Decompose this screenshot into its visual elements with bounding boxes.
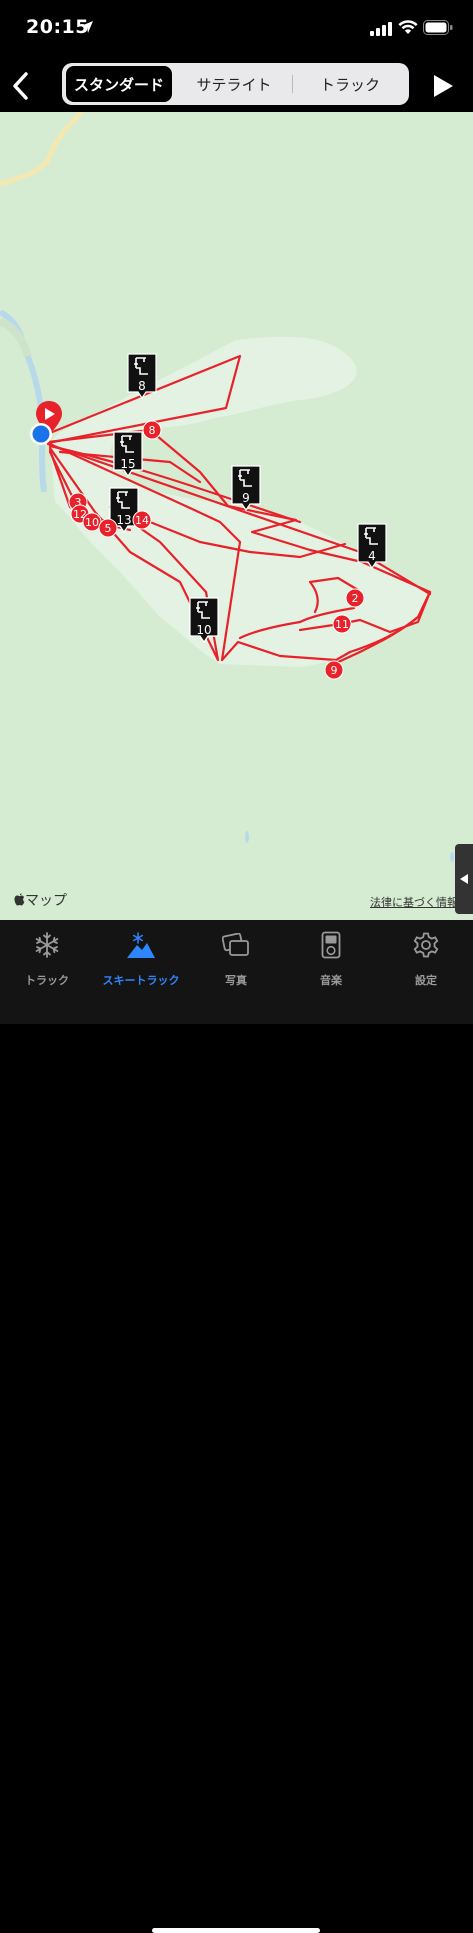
tab-label: 写真 — [225, 974, 247, 987]
lift-marker[interactable]: 4 — [357, 523, 387, 570]
svg-text:9: 9 — [242, 491, 250, 505]
gear-icon — [413, 932, 439, 958]
navigation-bar: スタンダード サテライト トラック — [0, 60, 473, 112]
tab-label: スキートラック — [102, 974, 180, 987]
segment-satellite[interactable]: サテライト — [178, 66, 290, 102]
triangle-left-icon — [460, 874, 468, 884]
music-player-icon — [321, 931, 341, 959]
track-waypoint[interactable]: 11 — [332, 614, 352, 634]
segment-track[interactable]: トラック — [294, 66, 406, 102]
tab-track[interactable]: トラック — [0, 928, 94, 988]
svg-text:2: 2 — [352, 592, 359, 605]
wifi-icon — [398, 20, 418, 34]
svg-text:8: 8 — [149, 424, 156, 437]
photos-icon — [222, 933, 249, 956]
tab-label: トラック — [25, 974, 69, 987]
tab-music[interactable]: 音楽 — [284, 928, 378, 988]
tab-ski-track[interactable]: スキートラック — [94, 928, 188, 988]
map-view[interactable]: 8 15 13 9 4 10 8 3 12 10 5 14 2 11 9 マップ 法律に基づく情報 — [0, 112, 473, 920]
tab-photos[interactable]: 写真 — [189, 928, 283, 988]
svg-text:10: 10 — [196, 623, 211, 637]
battery-icon — [423, 20, 453, 35]
snowflake-icon — [35, 932, 59, 958]
svg-text:4: 4 — [368, 549, 376, 563]
svg-text:11: 11 — [335, 618, 349, 631]
tab-label: 音楽 — [320, 974, 342, 987]
status-bar: 20:15 — [0, 0, 473, 60]
svg-text:10: 10 — [85, 516, 99, 529]
home-indicator — [152, 1928, 320, 1933]
segment-standard[interactable]: スタンダード — [66, 66, 172, 102]
apple-maps-attribution: マップ — [14, 890, 67, 910]
map-type-segmented-control: スタンダード サテライト トラック — [62, 63, 409, 105]
lift-marker[interactable]: 9 — [231, 465, 261, 512]
back-button[interactable] — [6, 66, 36, 106]
map-markers: 815139410831210 5142119 — [68, 353, 387, 680]
track-waypoint[interactable]: 9 — [324, 660, 344, 680]
segment-divider — [292, 75, 293, 93]
play-button[interactable] — [428, 66, 458, 106]
svg-text:14: 14 — [135, 514, 149, 527]
legal-info-link[interactable]: 法律に基づく情報 — [370, 894, 458, 910]
svg-text:13: 13 — [116, 513, 131, 527]
tab-bar: トラック スキートラック 写真 音楽 設定 — [0, 920, 473, 1933]
location-arrow-icon — [81, 21, 93, 33]
track-waypoint[interactable]: 5 — [98, 518, 118, 538]
track-waypoint[interactable]: 2 — [345, 588, 365, 608]
lift-marker[interactable]: 15 — [113, 431, 143, 478]
mountain-snowflake-icon — [127, 932, 155, 958]
svg-text:9: 9 — [331, 664, 338, 677]
tab-settings[interactable]: 設定 — [379, 928, 473, 988]
play-icon — [434, 75, 453, 97]
chevron-left-icon — [13, 72, 28, 100]
track-waypoint[interactable]: 8 — [142, 420, 162, 440]
lift-marker[interactable]: 8 — [127, 353, 157, 400]
tab-label: 設定 — [415, 974, 437, 987]
side-panel-handle[interactable] — [455, 844, 473, 914]
attribution-text: マップ — [25, 893, 67, 909]
track-waypoint[interactable]: 14 — [132, 510, 152, 530]
svg-text:15: 15 — [120, 457, 135, 471]
apple-logo-icon — [14, 893, 25, 906]
cellular-signal-icon — [370, 22, 392, 36]
svg-text:8: 8 — [138, 379, 146, 393]
svg-text:5: 5 — [105, 522, 112, 535]
lift-marker[interactable]: 10 — [189, 597, 219, 644]
track-waypoint[interactable]: 10 — [82, 512, 102, 532]
